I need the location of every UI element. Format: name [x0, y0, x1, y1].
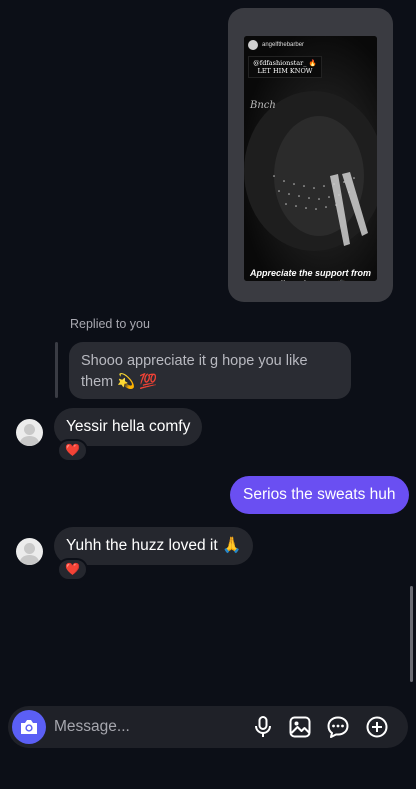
sticker-icon — [327, 716, 349, 738]
heart-reaction-badge[interactable]: ❤️ — [57, 558, 88, 581]
shared-story-card[interactable]: Bnch angelfthebarber @fdfashionstar_ 🔥LE… — [228, 8, 393, 302]
reply-indicator-bar — [55, 342, 58, 398]
gallery-icon — [289, 716, 311, 738]
gallery-button[interactable] — [288, 715, 312, 739]
story-username: angelfthebarber — [262, 42, 305, 48]
message-composer — [8, 706, 408, 748]
scrollbar[interactable] — [410, 586, 413, 682]
add-button[interactable] — [365, 715, 389, 739]
message-input[interactable] — [54, 706, 234, 748]
camera-icon — [21, 720, 37, 734]
sender-avatar[interactable] — [16, 419, 43, 446]
microphone-icon — [255, 716, 271, 737]
microphone-button[interactable] — [251, 715, 275, 739]
camera-button[interactable] — [12, 710, 46, 744]
sender-avatar[interactable] — [16, 538, 43, 565]
replied-to-you-label: Replied to you — [70, 317, 150, 331]
heart-reaction-badge[interactable]: ❤️ — [57, 439, 88, 462]
sticker-button[interactable] — [326, 715, 350, 739]
story-header: angelfthebarber — [248, 40, 304, 50]
story-caption: Appreciate the support from all my buyer… — [249, 268, 371, 281]
story-mention-tag: @fdfashionstar_ 🔥LET HIM KNOW — [248, 56, 322, 78]
sent-message-bubble[interactable]: Serios the sweats huh — [230, 476, 409, 514]
story-preview[interactable]: Bnch angelfthebarber @fdfashionstar_ 🔥LE… — [244, 36, 377, 281]
add-icon — [366, 716, 388, 738]
quoted-reply-bubble[interactable]: Shooo appreciate it g hope you like them… — [69, 342, 351, 399]
svg-text:Bnch: Bnch — [249, 100, 276, 111]
received-message-bubble[interactable]: Yuhh the huzz loved it 🙏 — [54, 527, 254, 565]
story-avatar — [248, 40, 258, 50]
